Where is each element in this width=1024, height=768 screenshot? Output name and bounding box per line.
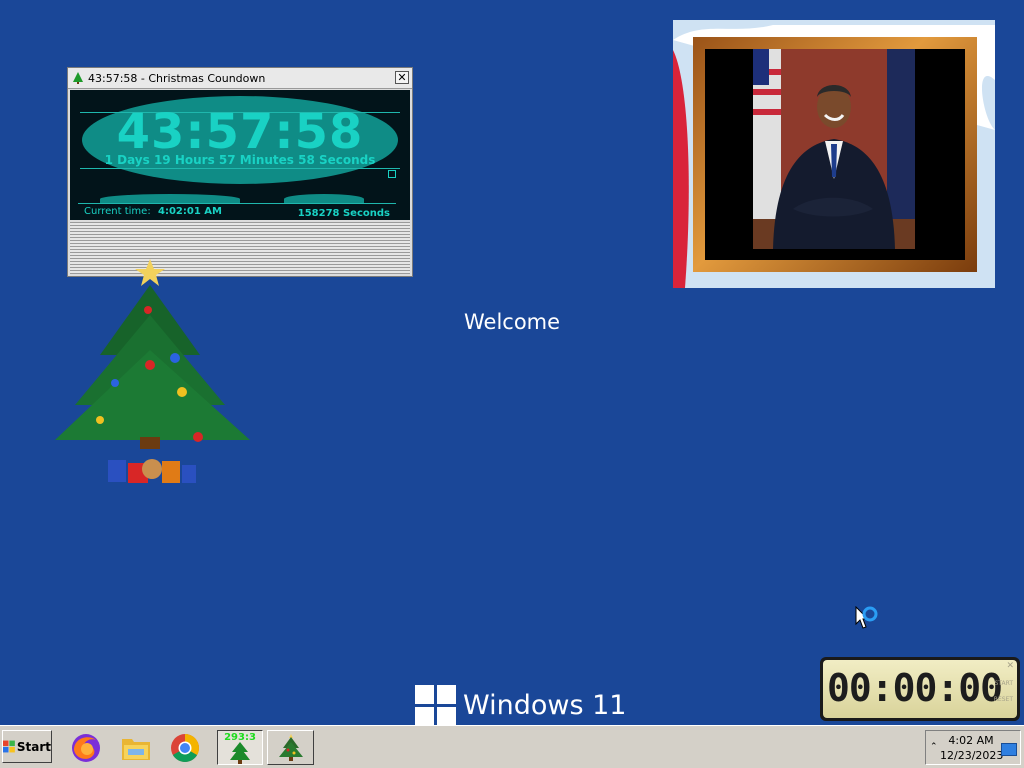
system-tray: ⌃ 4:02 AM 12/23/2023 (925, 730, 1021, 765)
stopwatch-widget[interactable]: 00:00:00 ✕ START RESET (820, 657, 1020, 721)
clock-date[interactable]: 12/23/2023 (940, 749, 1003, 762)
picture-frame (693, 37, 977, 272)
file-explorer-icon (122, 738, 150, 760)
start-label: Start (16, 739, 51, 754)
countdown-big-time: 43:57:58 (116, 104, 364, 160)
show-desktop-icon[interactable] (1001, 743, 1017, 756)
stopwatch-reset-button[interactable]: RESET (994, 696, 1013, 703)
welcome-text: Welcome (464, 310, 561, 334)
taskbar: Start 293:3 ⌃ 4:02 AM 12/23/2023 (0, 725, 1024, 768)
seconds-remaining: 158278 Seconds (297, 208, 390, 219)
countdown-badge: 293:3 (224, 732, 256, 743)
countdown-close-button[interactable]: ✕ (395, 71, 409, 84)
windows-logo-icon (415, 685, 456, 726)
chrome-button[interactable] (166, 730, 204, 765)
christmas-countdown-window[interactable]: 43:57:58 - Christmas Coundown ✕ 43:57:58… (67, 67, 413, 277)
countdown-display: 43:57:58 1 Days 19 Hours 57 Minutes 58 S… (70, 90, 410, 220)
christmas-countdown-icon (230, 741, 250, 764)
start-button[interactable]: Start (2, 730, 52, 763)
stopwatch-close-button[interactable]: ✕ (1006, 661, 1014, 671)
stopwatch-face: 00:00:00 ✕ START RESET (823, 660, 1017, 718)
windows-flag-icon (3, 740, 15, 753)
christmas-tree-app-icon (278, 733, 303, 761)
countdown-window-title: 43:57:58 - Christmas Coundown (88, 71, 266, 85)
clock-time[interactable]: 4:02 AM (942, 734, 1000, 747)
divider (80, 168, 400, 169)
busy-cursor-icon (855, 606, 878, 629)
chrome-icon (171, 733, 199, 762)
checkbox-icon[interactable] (388, 170, 396, 178)
photo-frame-widget[interactable] (673, 20, 995, 288)
current-time-label: Current time: (84, 206, 151, 217)
christmas-tree-icon (55, 259, 250, 483)
file-explorer-button[interactable] (117, 730, 155, 765)
stopwatch-digits: 00:00:00 (827, 666, 1003, 710)
current-time-value: 4:02:01 AM (158, 206, 222, 217)
countdown-words: 1 Days 19 Hours 57 Minutes 58 Seconds (104, 153, 376, 167)
portrait-image (753, 49, 915, 249)
countdown-taskbar-button[interactable]: 293:3 (217, 730, 263, 765)
tree-icon (73, 72, 83, 84)
tray-expand-icon[interactable]: ⌃ (930, 742, 938, 752)
windows-11-logo: Windows 11 (415, 685, 626, 726)
windows-11-text: Windows 11 (463, 690, 627, 721)
christmas-tree-taskbar-button[interactable] (267, 730, 314, 765)
firefox-icon (72, 733, 100, 762)
countdown-titlebar[interactable]: 43:57:58 - Christmas Coundown (68, 68, 412, 89)
portrait-photo (705, 49, 965, 260)
stopwatch-start-button[interactable]: START (994, 680, 1013, 687)
firefox-button[interactable] (67, 730, 105, 765)
